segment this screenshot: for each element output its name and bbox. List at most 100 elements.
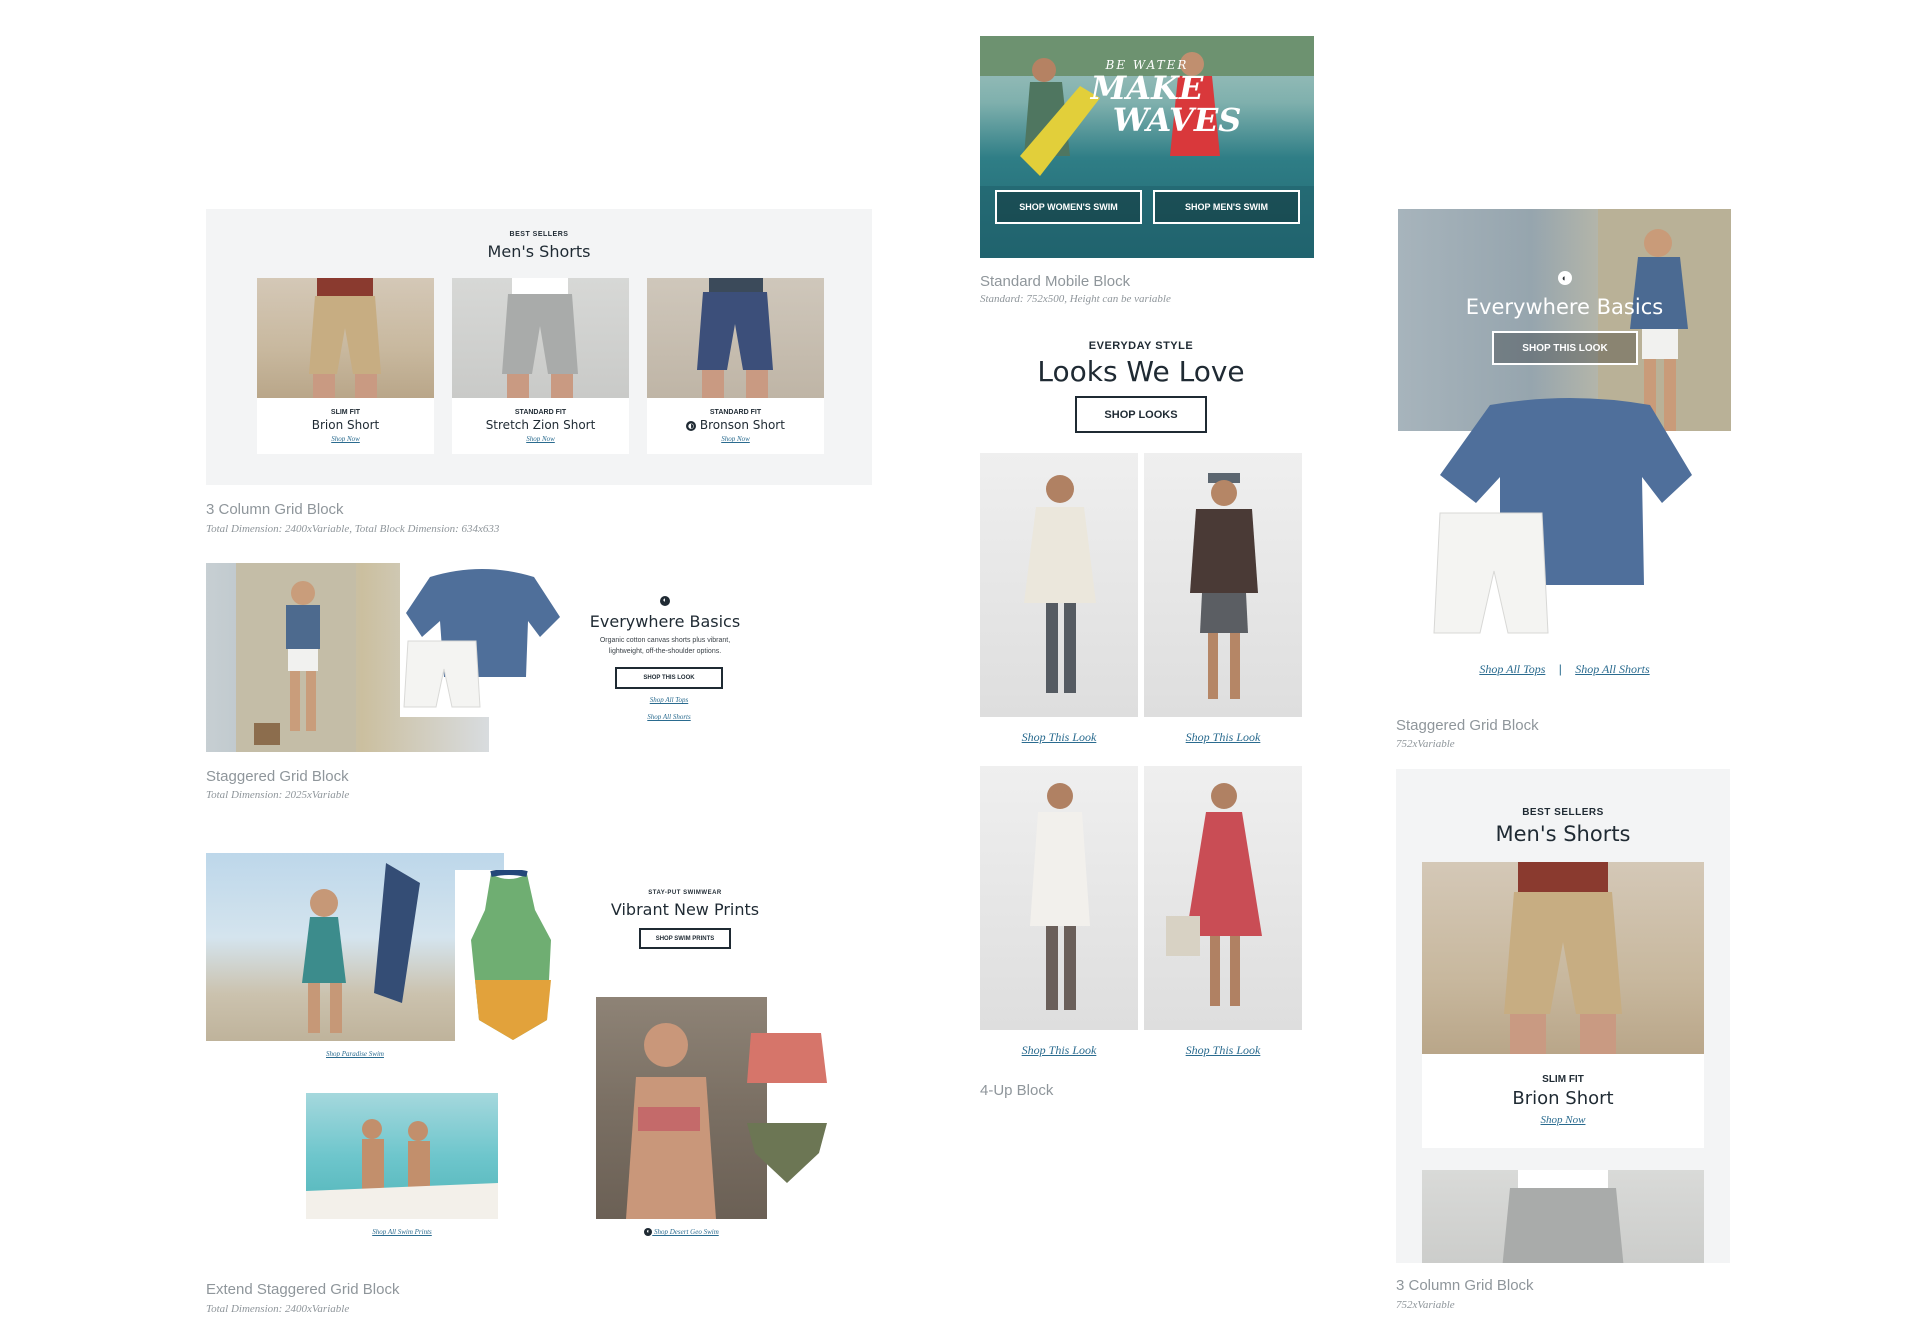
block-title: Everywhere Basics [589, 612, 741, 631]
block-title: Looks We Love [1037, 355, 1245, 388]
shop-all-shorts-link[interactable]: Shop All Shorts [585, 713, 753, 721]
look-image-1[interactable] [980, 453, 1138, 717]
product-name-text: Bronson Short [699, 418, 785, 432]
boat-swim-image[interactable] [306, 1093, 498, 1219]
shop-mens-swim-button[interactable]: SHOP MEN'S SWIM [1153, 190, 1300, 224]
look-image-2[interactable] [1144, 453, 1302, 717]
product-image[interactable] [257, 278, 434, 398]
shop-this-look-link[interactable]: Shop This Look [980, 1043, 1138, 1058]
product-fit: SLIM FIT [330, 409, 361, 416]
brand-logo-icon: ◐ [660, 595, 670, 606]
product-image[interactable] [1422, 1170, 1704, 1263]
block-subcaption: Total Dimension: 2400xVariable [206, 1303, 350, 1315]
top-and-shorts-product-image [1433, 398, 1692, 634]
block-caption: 4-Up Block [980, 1082, 1054, 1099]
block-title: Everywhere Basics [1465, 295, 1664, 319]
woman-in-cardigan-image [1024, 475, 1096, 693]
block-eyebrow: EVERYDAY STYLE [1088, 340, 1194, 352]
hero-logo: ◐ [1398, 269, 1731, 287]
shop-all-swim-prints-link[interactable]: Shop All Swim Prints [306, 1228, 498, 1236]
product-name: ◐ Bronson Short [647, 418, 824, 432]
block-title: Vibrant New Prints [610, 900, 760, 919]
block-caption: Standard Mobile Block [980, 273, 1131, 290]
swimsuit-flatlay-image[interactable] [455, 870, 563, 1046]
everywhere-basics-flatlay[interactable] [1430, 395, 1700, 635]
product-image[interactable] [647, 278, 824, 398]
brand-logo-icon: ◐ [644, 1228, 653, 1237]
block-caption: 3 Column Grid Block [1396, 1277, 1534, 1294]
product-name: Brion Short [1512, 1088, 1614, 1109]
woman-in-jacket-image [1190, 473, 1258, 699]
onepiece-swimsuit [471, 870, 551, 1040]
grey-shorts-image [502, 278, 578, 398]
block-title: Men's Shorts [1495, 822, 1631, 846]
look-image-3[interactable] [980, 766, 1138, 1030]
shop-this-look-button[interactable]: SHOP THIS LOOK [615, 667, 723, 689]
block-subcaption: Standard: 752x500, Height can be variabl… [980, 293, 1171, 305]
block-caption: 3 Column Grid Block [206, 501, 344, 518]
khaki-shorts-image [1504, 862, 1622, 1054]
shop-this-look-link[interactable]: Shop This Look [1144, 730, 1302, 745]
product-image[interactable] [1422, 862, 1704, 1054]
script-line2: WAVES [1112, 101, 1242, 139]
shop-now-link[interactable]: Shop Now [257, 435, 434, 443]
product-name: Stretch Zion Short [485, 418, 596, 432]
make-waves-script: BE WATER MAKE WAVES [1040, 58, 1254, 136]
block-subcaption: Total Dimension: 2025xVariable [206, 789, 350, 801]
product-card[interactable]: STANDARD FIT Stretch Zion Short Shop Now [452, 278, 629, 454]
shop-now-link[interactable]: Shop Now [452, 435, 629, 443]
shop-all-tops-link[interactable]: Shop All Tops [1479, 662, 1545, 676]
blue-shorts-image [697, 278, 773, 398]
block-eyebrow: BEST SELLERS [1522, 807, 1604, 818]
staggered-copy: ◐ Everywhere Basics Organic cotton canva… [585, 592, 745, 657]
block-subcaption: Total Dimension: 2400xVariable, Total Bl… [206, 523, 500, 535]
block-subcaption: 752xVariable [1396, 738, 1455, 750]
product-fit: STANDARD FIT [709, 409, 762, 416]
shop-looks-button[interactable]: SHOP LOOKS [1075, 396, 1207, 433]
make-waves-hero-image[interactable]: BE WATER MAKE WAVES SHOP WOMEN'S SWIM SH… [980, 36, 1314, 258]
shop-all-shorts-link[interactable]: Shop All Shorts [1575, 662, 1649, 676]
block-body: Organic cotton canvas shorts plus vibran… [599, 637, 731, 655]
product-name: Brion Short [311, 418, 380, 432]
woman-in-tunic-image [1030, 783, 1090, 1010]
shop-paradise-swim-link[interactable]: Shop Paradise Swim [206, 1050, 504, 1058]
three-column-grid-mobile-panel: BEST SELLERS Men's Shorts SLIM FIT Brion… [1396, 769, 1730, 1263]
look-image-4[interactable] [1144, 766, 1302, 1030]
staggered-product-image[interactable] [400, 557, 565, 717]
woman-in-red-dress-image [1166, 783, 1262, 1006]
shop-desert-geo-swim-link[interactable]: ◐ Shop Desert Geo Swim [596, 1228, 767, 1237]
block-eyebrow: STAY-PUT SWIMWEAR [648, 890, 722, 896]
product-fit: STANDARD FIT [514, 409, 567, 416]
script-line1: MAKE [1090, 69, 1204, 107]
brand-logo-icon: ◐ [686, 420, 697, 431]
bikini-top-and-bottom [747, 1033, 827, 1183]
product-fit: SLIM FIT [1542, 1074, 1584, 1085]
product-card[interactable]: SLIM FIT Brion Short Shop Now [257, 278, 434, 454]
khaki-shorts-image [309, 278, 381, 398]
product-card[interactable]: SLIM FIT Brion Short Shop Now [1422, 862, 1704, 1148]
bikini-flatlay-image[interactable] [737, 1023, 837, 1199]
shop-womens-swim-button[interactable]: SHOP WOMEN'S SWIM [995, 190, 1142, 224]
shop-this-look-link[interactable]: Shop This Look [1144, 1043, 1302, 1058]
two-women-on-boat-image [306, 1119, 498, 1219]
shop-this-look-button[interactable]: SHOP THIS LOOK [1492, 331, 1638, 365]
block-subcaption: 752xVariable [1396, 1299, 1455, 1311]
shop-all-tops-link[interactable]: Shop All Tops [585, 696, 753, 704]
three-column-grid-panel: BEST SELLERS Men's Shorts SLIM FIT Brion… [206, 209, 872, 485]
link-text[interactable]: Shop Desert Geo Swim [654, 1228, 719, 1236]
product-image[interactable] [452, 278, 629, 398]
top-and-shorts-flatlay [403, 569, 560, 708]
shop-now-link[interactable]: Shop Now [647, 435, 824, 443]
product-card[interactable] [1422, 1170, 1704, 1263]
link-separator: | [1558, 662, 1562, 676]
grey-shorts-image [1502, 1170, 1624, 1263]
block-eyebrow: BEST SELLERS [509, 231, 569, 238]
brand-logo-icon: ◐ [1557, 270, 1572, 285]
block-caption: Extend Staggered Grid Block [206, 1281, 400, 1298]
shop-now-link[interactable]: Shop Now [1422, 1114, 1704, 1126]
shop-this-look-link[interactable]: Shop This Look [980, 730, 1138, 745]
product-card[interactable]: STANDARD FIT ◐ Bronson Short Shop Now [647, 278, 824, 454]
shop-swim-prints-button[interactable]: SHOP SWIM PRINTS [639, 928, 731, 949]
block-title: Men's Shorts [487, 242, 591, 261]
block-caption: Staggered Grid Block [1396, 717, 1539, 734]
